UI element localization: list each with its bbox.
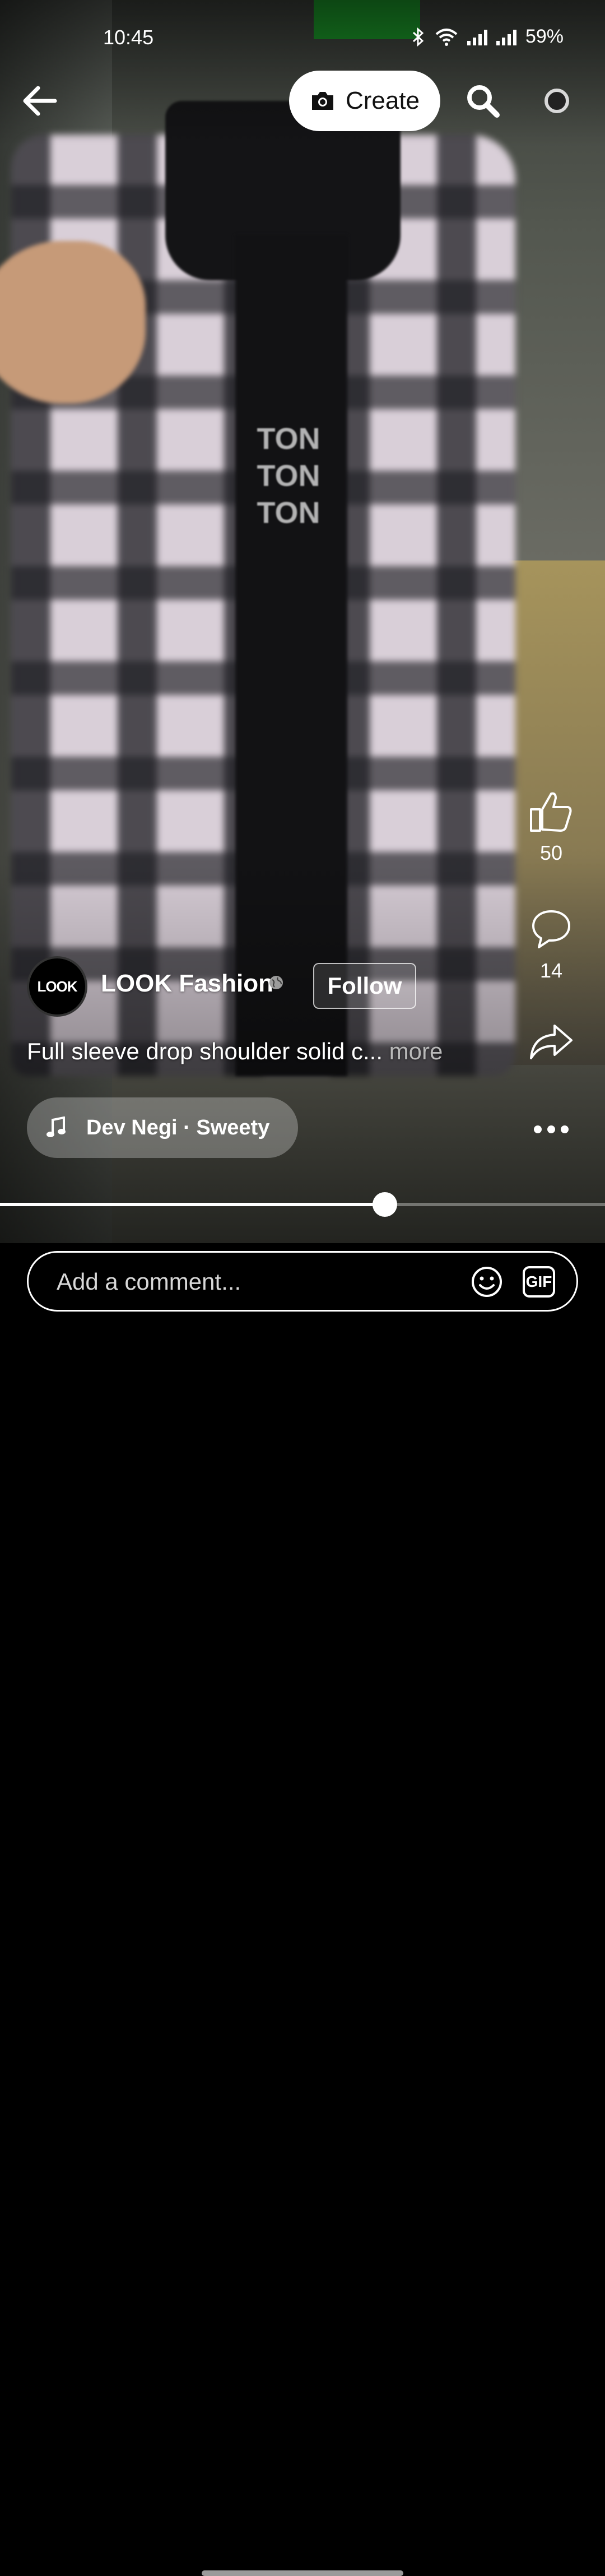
more-options-button[interactable] — [525, 1115, 577, 1143]
video-progress-bar[interactable] — [0, 1192, 605, 1217]
emoji-icon[interactable] — [470, 1265, 504, 1299]
status-bar: 10:45 59% — [0, 0, 605, 78]
create-label: Create — [345, 87, 420, 114]
create-button[interactable]: Create — [289, 71, 440, 131]
comment-button[interactable]: 14 — [518, 908, 585, 983]
music-text: Dev Negi · Sweety — [86, 1115, 270, 1139]
bluetooth-icon — [412, 27, 424, 47]
caption-more-link[interactable]: more — [389, 1038, 443, 1064]
search-button[interactable] — [460, 78, 505, 123]
video-progress-fill — [0, 1203, 385, 1206]
search-icon — [467, 85, 500, 118]
back-button[interactable] — [17, 78, 62, 123]
battery-percent: 59% — [525, 26, 564, 47]
comment-field[interactable]: GIF — [27, 1251, 578, 1312]
gif-button[interactable]: GIF — [523, 1266, 555, 1298]
home-indicator — [202, 2570, 403, 2576]
music-attribution[interactable]: Dev Negi · Sweety — [27, 1097, 298, 1158]
more-dot — [534, 1125, 542, 1133]
profile-button[interactable] — [534, 78, 579, 123]
music-note-icon — [46, 1116, 66, 1137]
more-dot — [547, 1125, 555, 1133]
avatar[interactable]: LOOK — [27, 956, 87, 1017]
status-icons: 59% — [411, 26, 564, 48]
page-name[interactable]: LOOK Fashion — [101, 970, 273, 998]
avatar-logo: LOOK — [37, 977, 77, 995]
comment-count: 14 — [539, 959, 563, 982]
caption-text: Full sleeve drop shoulder solid c... — [27, 1038, 383, 1064]
profile-ring-icon — [544, 89, 569, 113]
video-subject-print: TON TON TON — [257, 422, 320, 530]
comment-icon — [532, 910, 570, 948]
globe-icon — [269, 976, 283, 989]
thumbs-up-icon — [530, 792, 572, 832]
share-icon — [530, 1025, 573, 1059]
more-dot — [561, 1125, 569, 1133]
camera-icon — [311, 92, 333, 110]
video-subject-hand — [0, 241, 146, 404]
wifi-icon — [435, 28, 458, 46]
arrow-left-icon — [23, 86, 57, 116]
comment-input[interactable] — [55, 1253, 450, 1311]
status-time: 10:45 — [103, 26, 154, 49]
signal-icon — [467, 29, 487, 45]
signal-icon — [496, 29, 516, 45]
comment-bar: GIF — [0, 1243, 605, 2576]
like-count: 50 — [539, 841, 563, 864]
follow-button[interactable]: Follow — [313, 963, 416, 1009]
like-button[interactable]: 50 — [518, 790, 585, 865]
post-caption[interactable]: Full sleeve drop shoulder solid c... mor… — [27, 1038, 443, 1065]
share-button[interactable] — [518, 1022, 585, 1064]
video-progress-handle[interactable] — [372, 1192, 397, 1217]
